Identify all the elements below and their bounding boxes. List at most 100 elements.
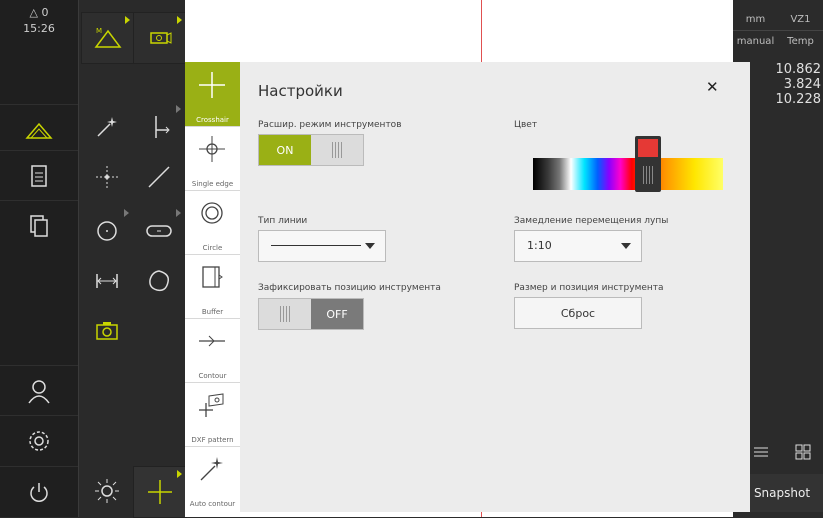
crosshair-icon <box>199 72 225 98</box>
expand-indicator-icon <box>177 470 182 478</box>
grid-view-button[interactable] <box>793 442 813 462</box>
tool-crosshair[interactable]: Crosshair <box>185 62 240 127</box>
expand-indicator-icon <box>125 16 130 24</box>
document-icon <box>31 165 47 187</box>
tool-auto-contour[interactable]: Auto contour <box>185 446 240 510</box>
light-settings-button[interactable] <box>81 466 133 516</box>
snapshot-button[interactable]: Snapshot <box>741 474 823 512</box>
line-type-dropdown[interactable] <box>258 230 386 262</box>
width-tool-button[interactable] <box>81 256 133 306</box>
color-label: Цвет <box>514 120 538 130</box>
solid-line-preview <box>271 245 361 246</box>
handle-grip <box>643 166 653 184</box>
tool-buffer[interactable]: Buffer <box>185 254 240 319</box>
toggle-grip <box>311 135 363 165</box>
line-type-label: Тип линии <box>258 216 308 226</box>
slot-tool-button[interactable] <box>133 206 185 256</box>
sun-icon <box>95 479 119 503</box>
single-edge-icon <box>199 136 225 162</box>
mode-label[interactable]: manual <box>733 32 778 52</box>
lock-position-toggle[interactable]: OFF <box>258 298 364 330</box>
y-coordinate: 3.824 <box>783 77 821 92</box>
measure-menu-button[interactable] <box>0 104 78 155</box>
x-coordinate: 10.862 <box>775 62 822 77</box>
zoom-label[interactable]: VZ1 <box>778 10 823 31</box>
message-count[interactable]: △ 0 <box>0 6 78 19</box>
user-login-button[interactable] <box>0 365 78 416</box>
line-tool-button[interactable] <box>133 152 185 202</box>
color-slider-handle[interactable] <box>635 136 661 192</box>
close-icon[interactable]: ✕ <box>706 78 719 96</box>
point-icon <box>96 166 118 188</box>
tool-label: Circle <box>202 244 223 252</box>
tool-label: Auto contour <box>189 500 236 508</box>
clock: 15:26 <box>23 22 55 35</box>
list-icon <box>754 447 768 457</box>
lock-position-label: Зафиксировать позицию инструмента <box>258 283 441 293</box>
power-icon <box>30 483 48 502</box>
ext-mode-toggle[interactable]: ON <box>258 134 364 166</box>
active-tool-button[interactable] <box>133 466 187 518</box>
dialog-title: Настройки <box>258 82 343 100</box>
settings-button[interactable] <box>0 415 78 466</box>
auto-contour-tool-button[interactable] <box>81 102 133 152</box>
gear-icon <box>29 431 49 451</box>
z-coordinate: 10.228 <box>775 92 822 107</box>
toggle-off-label: OFF <box>311 299 363 329</box>
contour-icon <box>199 335 225 347</box>
circle-icon <box>201 202 223 224</box>
distance-icon <box>155 116 170 138</box>
circle-tool-button[interactable] <box>81 206 133 256</box>
tool-label: Crosshair <box>196 116 229 124</box>
list-view-button[interactable] <box>751 442 771 462</box>
distance-tool-button[interactable] <box>133 102 185 152</box>
snapshot-tool-button[interactable] <box>81 306 133 356</box>
expand-indicator-icon <box>176 105 181 113</box>
freeform-tool-button[interactable] <box>133 256 185 306</box>
settings-dialog: Настройки ✕ Расшир. режим инструментов O… <box>240 62 750 512</box>
width-icon <box>96 274 118 288</box>
tool-label: Contour <box>198 372 227 380</box>
auto-contour-icon <box>200 457 223 481</box>
manual-measure-button[interactable]: M <box>81 12 135 64</box>
slot-icon <box>146 225 172 237</box>
tool-palette: M <box>79 0 187 518</box>
ext-mode-label: Расшир. режим инструментов <box>258 120 402 130</box>
tool-circle[interactable]: Circle <box>185 190 240 255</box>
tool-contour[interactable]: Contour <box>185 318 240 383</box>
tool-single-edge[interactable]: Single edge <box>185 126 240 191</box>
unit-label[interactable]: mm <box>733 10 778 31</box>
line-icon <box>148 166 170 188</box>
grid-icon <box>795 444 811 460</box>
buffer-icon <box>202 266 223 288</box>
size-position-label: Размер и позиция инструмента <box>514 283 664 293</box>
magnifier-value: 1:10 <box>527 239 552 252</box>
color-spectrum-slider[interactable] <box>533 158 723 190</box>
point-tool-button[interactable] <box>81 152 133 202</box>
magnifier-label: Замедление перемещения лупы <box>514 216 669 226</box>
temp-label[interactable]: Temp <box>778 32 823 52</box>
tool-label: Buffer <box>201 308 224 316</box>
protocol-menu-button[interactable] <box>0 150 78 201</box>
tool-label: Single edge <box>191 180 234 188</box>
chevron-down-icon <box>365 243 375 249</box>
measure-manual-icon: M <box>94 27 122 48</box>
file-management-button[interactable] <box>0 200 78 251</box>
crosshair-icon <box>148 480 172 504</box>
camera-source-button[interactable] <box>133 12 187 64</box>
expand-indicator-icon <box>176 209 181 217</box>
dxf-pattern-icon <box>199 393 224 417</box>
magic-wand-icon <box>97 117 117 137</box>
user-icon <box>28 380 50 404</box>
blob-icon <box>149 270 170 292</box>
magnifier-speed-dropdown[interactable]: 1:10 <box>514 230 642 262</box>
toggle-on-label: ON <box>259 135 311 165</box>
measure-icon <box>25 122 53 139</box>
files-icon <box>30 215 48 237</box>
tool-dxf-pattern[interactable]: DXF pattern <box>185 382 240 447</box>
power-button[interactable] <box>0 466 78 517</box>
selected-color-swatch <box>638 139 658 157</box>
reset-button[interactable]: Сброс <box>514 297 642 329</box>
camera-icon <box>96 322 118 340</box>
chevron-down-icon <box>621 243 631 249</box>
